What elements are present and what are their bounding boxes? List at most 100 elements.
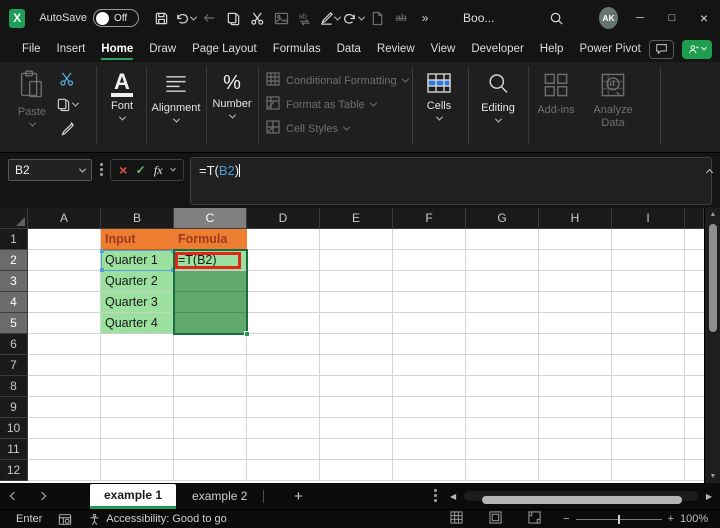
search-icon[interactable] — [546, 5, 567, 31]
menu-tab-data[interactable]: Data — [329, 38, 369, 61]
menu-tab-home[interactable]: Home — [93, 38, 141, 61]
cells-area[interactable]: Input Formula Quarter 1 Quarter 2 Quarte… — [28, 229, 704, 481]
scroll-up-icon[interactable]: ▲ — [705, 211, 720, 218]
menu-tab-insert[interactable]: Insert — [49, 38, 94, 61]
menu-tab-view[interactable]: View — [423, 38, 464, 61]
next-sheet-icon[interactable] — [28, 491, 56, 501]
prev-sheet-icon[interactable] — [0, 491, 28, 501]
save-icon[interactable] — [149, 5, 173, 31]
column-header-I[interactable]: I — [612, 208, 685, 229]
share-button[interactable] — [681, 39, 712, 59]
format-painter-button[interactable] — [52, 120, 82, 138]
minimize-icon[interactable]: ─ — [624, 0, 656, 36]
enter-icon[interactable]: ✓ — [136, 163, 146, 177]
conditional-formatting-button[interactable]: Conditional Formatting — [266, 72, 409, 89]
row-header-9[interactable]: 9 — [0, 397, 28, 418]
macro-record-icon[interactable] — [58, 513, 72, 526]
column-header-C[interactable]: C — [174, 208, 247, 229]
row-header-5[interactable]: 5 — [0, 313, 28, 334]
worksheet-grid[interactable]: ABCDEFGHI 1 2 3 4 5 6 7 8 9 10 11 12 Input Formula … — [0, 208, 720, 483]
cells-group-button[interactable]: Cells — [416, 72, 462, 121]
tab-scroll-handle-icon[interactable] — [434, 489, 437, 503]
cell-C3[interactable] — [174, 271, 247, 292]
menu-tab-developer[interactable]: Developer — [463, 38, 531, 61]
excel-logo-icon[interactable]: X — [9, 8, 26, 28]
cell-C1[interactable]: Formula — [174, 229, 247, 250]
vertical-scroll-thumb[interactable] — [709, 224, 717, 332]
normal-view-icon[interactable] — [450, 511, 463, 527]
cell-B1[interactable]: Input — [101, 229, 174, 250]
menu-tab-page-layout[interactable]: Page Layout — [184, 38, 265, 61]
zoom-out-icon[interactable]: − — [563, 513, 569, 525]
cell-C4[interactable] — [174, 292, 247, 313]
row-header-6[interactable]: 6 — [0, 334, 28, 355]
row-header-1[interactable]: 1 — [0, 229, 28, 250]
column-header-G[interactable]: G — [466, 208, 539, 229]
page-layout-view-icon[interactable] — [489, 511, 502, 527]
analyze-data-button[interactable]: Analyze Data — [586, 72, 640, 129]
redo-icon[interactable] — [341, 5, 366, 31]
cell-B4[interactable]: Quarter 3 — [101, 292, 174, 313]
format-painter-icon[interactable] — [317, 5, 341, 31]
collapse-formula-bar-icon[interactable] — [705, 162, 714, 180]
copy-icon[interactable] — [221, 5, 245, 31]
zoom-slider-knob[interactable] — [617, 514, 620, 524]
editing-group-button[interactable]: Editing — [470, 72, 526, 123]
row-header-11[interactable]: 11 — [0, 439, 28, 460]
column-header-F[interactable]: F — [393, 208, 466, 229]
accessibility-icon[interactable] — [88, 513, 101, 526]
column-header-H[interactable]: H — [539, 208, 612, 229]
row-header-2[interactable]: 2 — [0, 250, 28, 271]
name-box-dropdown-icon[interactable] — [78, 165, 87, 173]
paste-button[interactable]: Paste — [12, 70, 52, 127]
horizontal-scrollbar[interactable]: ◀ ▶ — [450, 487, 712, 505]
maximize-icon[interactable]: □ — [656, 0, 688, 36]
scroll-right-icon[interactable]: ▶ — [706, 492, 712, 501]
select-all-button[interactable] — [0, 208, 28, 229]
undo-icon[interactable] — [173, 5, 198, 31]
fill-handle[interactable] — [244, 331, 250, 337]
row-header-12[interactable]: 12 — [0, 460, 28, 481]
cut-icon[interactable] — [245, 5, 269, 31]
format-as-table-button[interactable]: Format as Table — [266, 96, 377, 113]
menu-tab-power-pivot[interactable]: Power Pivot — [571, 38, 648, 61]
formula-input[interactable]: =T(B2) — [190, 157, 712, 205]
insert-function-icon[interactable]: fx — [154, 163, 163, 178]
share-dropdown-icon[interactable] — [700, 44, 707, 51]
avatar[interactable]: AK — [599, 7, 618, 29]
menu-tab-review[interactable]: Review — [369, 38, 423, 61]
cell-B2[interactable]: Quarter 1 — [101, 250, 174, 271]
zoom-slider[interactable] — [575, 514, 662, 524]
menu-tab-formulas[interactable]: Formulas — [265, 38, 329, 61]
add-sheet-button[interactable]: + — [288, 488, 308, 505]
column-header-B[interactable]: B — [101, 208, 174, 229]
horizontal-scroll-thumb[interactable] — [482, 496, 682, 504]
comments-button[interactable] — [648, 39, 674, 59]
row-header-8[interactable]: 8 — [0, 376, 28, 397]
column-header-E[interactable]: E — [320, 208, 393, 229]
menu-tab-draw[interactable]: Draw — [141, 38, 184, 61]
row-header-3[interactable]: 3 — [0, 271, 28, 292]
formula-bar-handle-icon[interactable] — [100, 163, 103, 177]
page-break-preview-icon[interactable] — [528, 511, 541, 527]
row-header-4[interactable]: 4 — [0, 292, 28, 313]
number-group-button[interactable]: % Number — [208, 72, 256, 119]
column-header-D[interactable]: D — [247, 208, 320, 229]
autosave-control[interactable]: AutoSave Off — [39, 9, 140, 27]
undo-dropdown-icon[interactable] — [190, 13, 198, 21]
copy-button[interactable] — [52, 95, 82, 113]
cell-C2[interactable]: =T(B2) — [174, 250, 247, 271]
fx-dropdown-icon[interactable] — [170, 165, 176, 172]
vertical-scrollbar[interactable]: ▲ ▼ — [704, 208, 720, 483]
font-group-button[interactable]: A Font — [100, 71, 144, 121]
autosave-toggle[interactable]: Off — [93, 9, 140, 27]
zoom-in-icon[interactable]: + — [668, 513, 674, 525]
alignment-group-button[interactable]: Alignment — [148, 72, 204, 123]
row-header-10[interactable]: 10 — [0, 418, 28, 439]
sheet-tab-example-1[interactable]: example 1 — [90, 483, 177, 509]
scroll-down-icon[interactable]: ▼ — [705, 473, 720, 480]
format-painter-dropdown-icon[interactable] — [333, 13, 341, 21]
cell-styles-button[interactable]: Cell Styles — [266, 120, 351, 137]
redo-dropdown-icon[interactable] — [358, 13, 366, 21]
row-header-7[interactable]: 7 — [0, 355, 28, 376]
